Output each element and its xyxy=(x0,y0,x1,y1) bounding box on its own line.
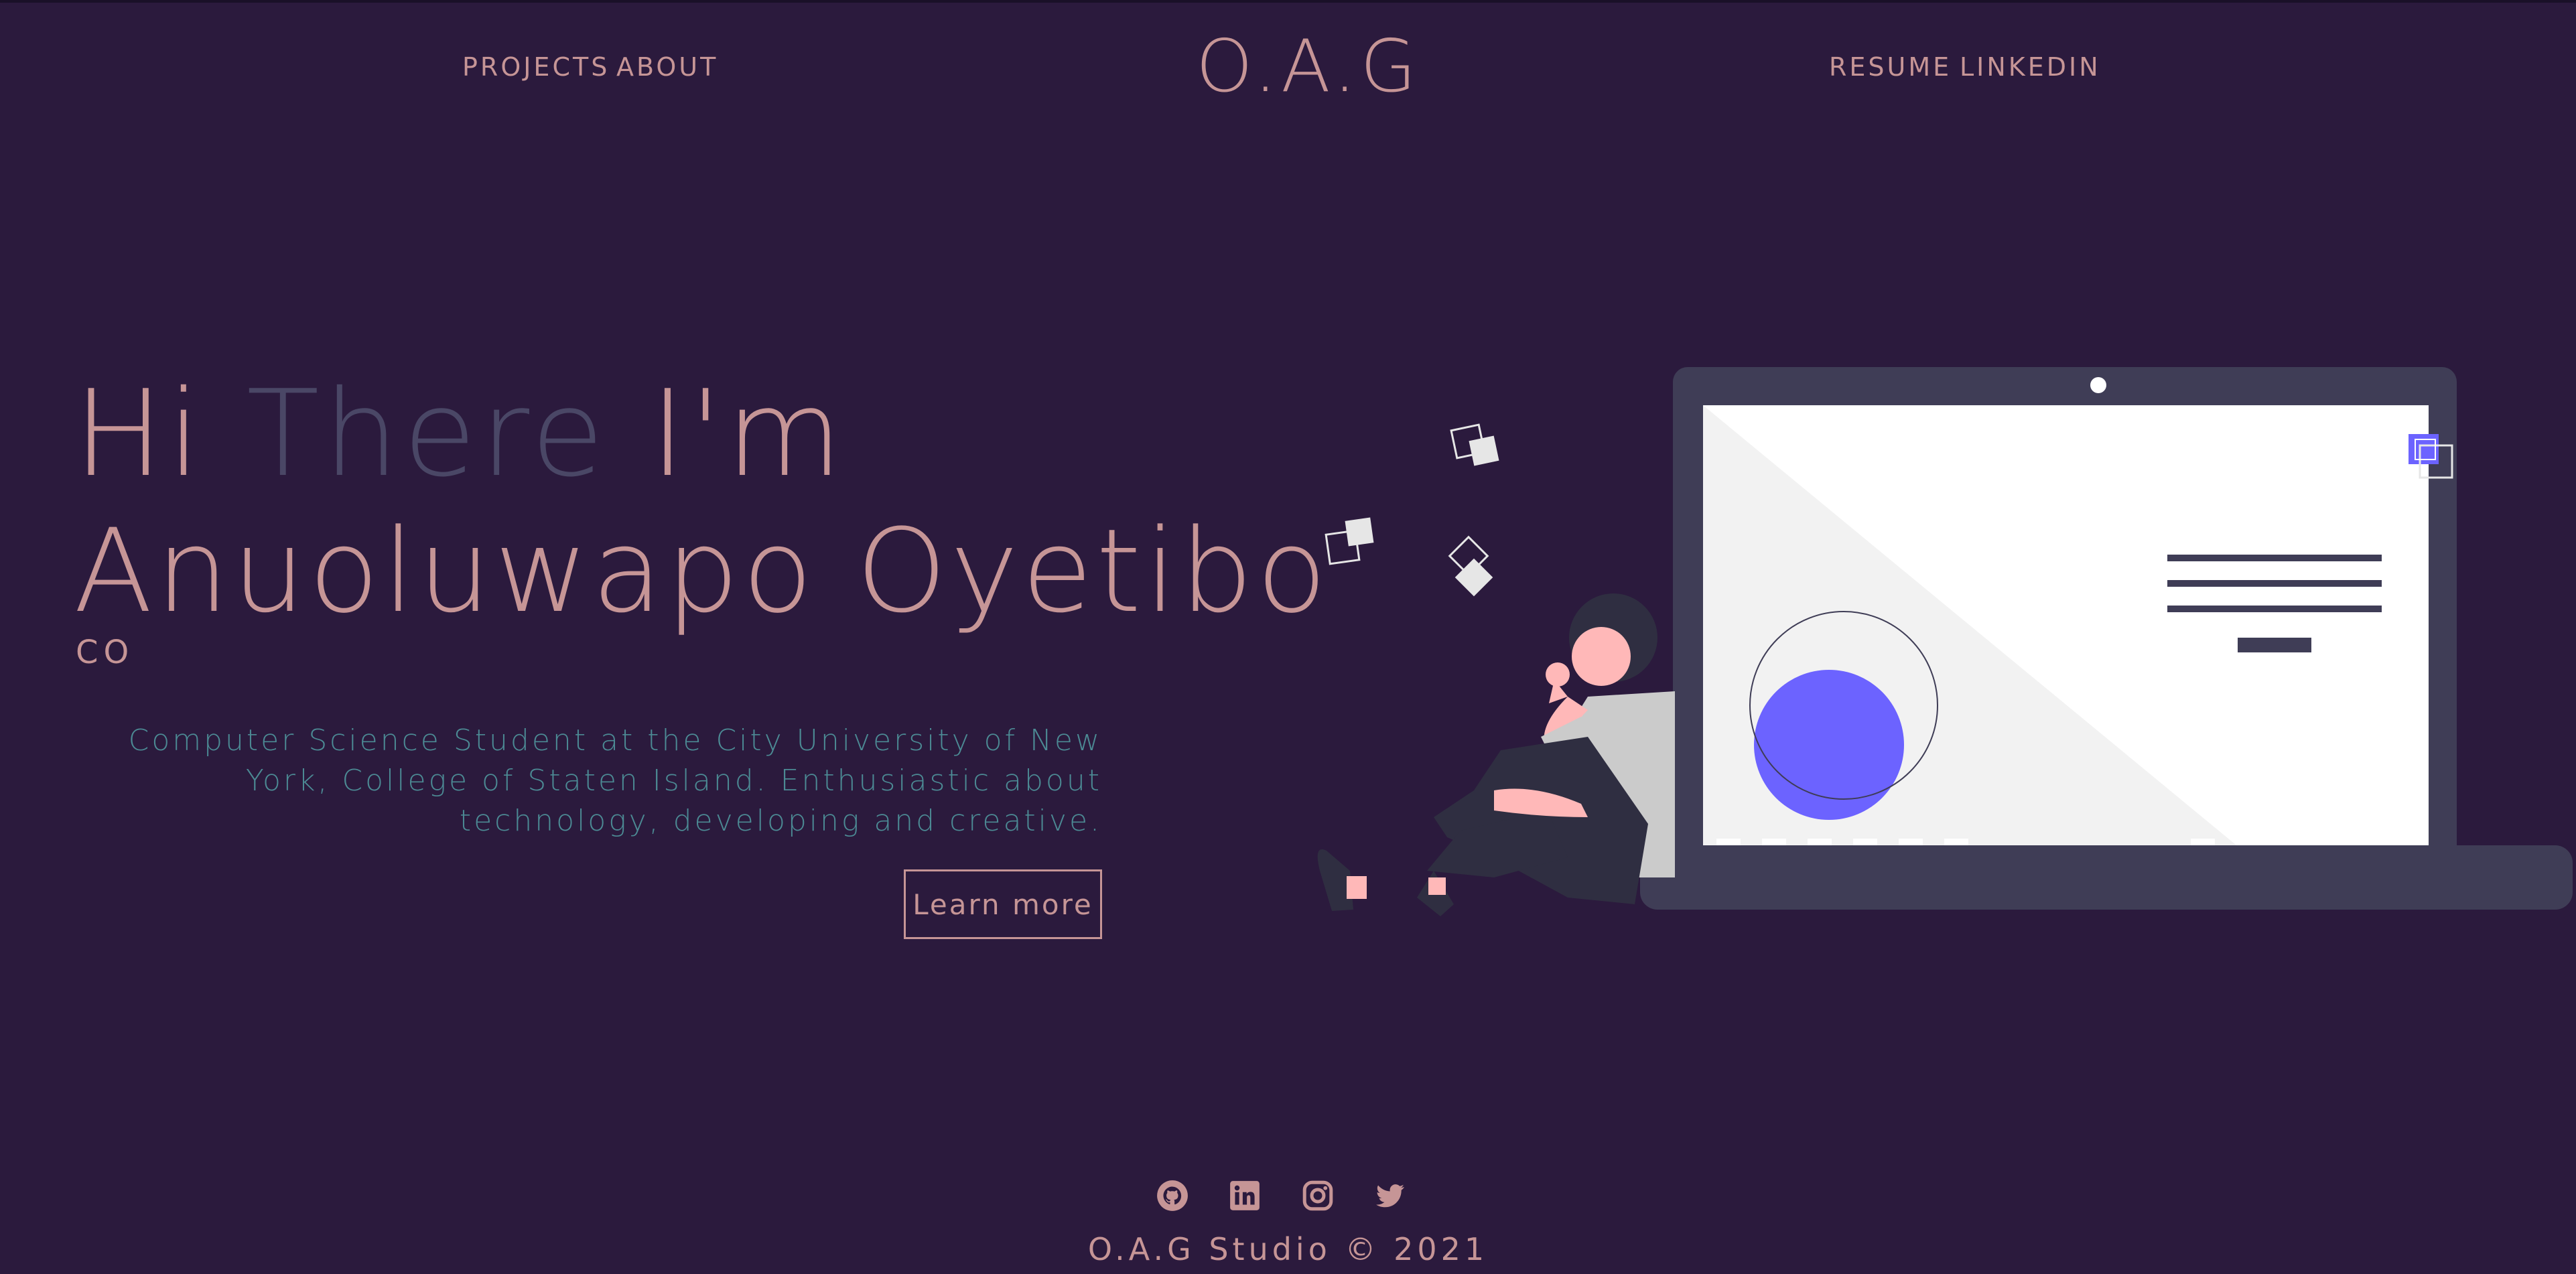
linkedin-icon[interactable] xyxy=(1228,1179,1262,1212)
hero-name: Anuoluwapo Oyetibo xyxy=(74,504,1331,638)
laptop-illustration xyxy=(1317,367,2573,916)
webcam xyxy=(2090,377,2106,393)
greeting-hi: Hi xyxy=(74,364,205,503)
hero-greeting: Hi There I'm xyxy=(74,367,846,501)
nav-link-projects[interactable]: PROJECTS xyxy=(462,52,610,82)
nav-link-linkedin[interactable]: LINKEDIN xyxy=(1960,52,2101,82)
site-logo[interactable]: O.A.G xyxy=(1196,28,1420,105)
instagram-icon[interactable] xyxy=(1301,1179,1335,1212)
social-links xyxy=(1156,1179,1407,1212)
typed-text: CO xyxy=(76,634,135,671)
twitter-icon[interactable] xyxy=(1373,1179,1407,1212)
learn-more-button[interactable]: Learn more xyxy=(904,869,1102,939)
github-icon[interactable] xyxy=(1156,1179,1189,1212)
footer-copyright: O.A.G Studio © 2021 xyxy=(1087,1231,1489,1267)
greeting-im: I'm xyxy=(650,364,847,503)
window-top-border xyxy=(0,0,2576,3)
greeting-there: There xyxy=(246,364,608,503)
nav-link-about[interactable]: ABOUT xyxy=(616,52,718,82)
person-figure xyxy=(1317,593,1675,916)
laptop-base xyxy=(1640,845,2573,910)
bio-text: Computer Science Student at the City Uni… xyxy=(128,723,1102,838)
portfolio-page: PROJECTS ABOUT O.A.G RESUME LINKEDIN Hi … xyxy=(0,0,2576,1274)
nav-link-resume[interactable]: RESUME xyxy=(1829,52,1952,82)
floating-squares xyxy=(1325,423,1499,597)
